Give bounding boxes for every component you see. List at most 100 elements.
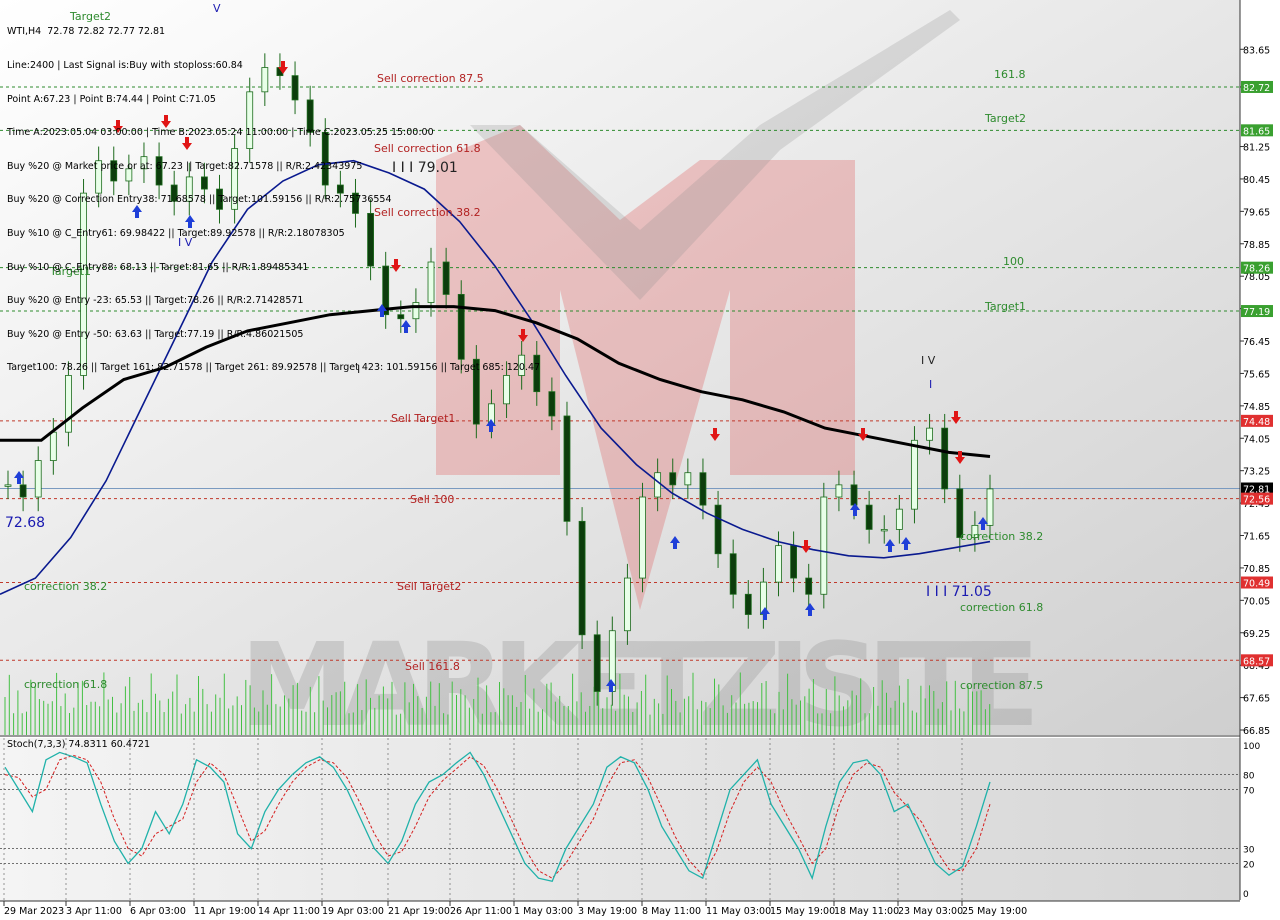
candle-body <box>835 484 843 498</box>
candle-body <box>49 431 57 461</box>
x-tick-label: 11 Apr 19:00 <box>194 906 256 917</box>
candle-body <box>19 484 27 498</box>
price-badge-label: 70.49 <box>1243 579 1270 590</box>
stoch-tick-label: 80 <box>1243 772 1255 782</box>
annotation-label: I I I 71.05 <box>926 584 992 600</box>
price-badge-label: 72.56 <box>1243 495 1270 506</box>
annotation-label: correction 61.8 <box>960 601 1043 614</box>
y-tick-label: 67.65 <box>1243 694 1270 705</box>
y-tick-label: 78.85 <box>1243 240 1270 251</box>
candle-body <box>684 472 692 486</box>
candle-body <box>805 577 813 595</box>
y-tick-label: 70.05 <box>1243 596 1270 607</box>
candle-body <box>744 593 752 615</box>
x-tick-label: 1 May 03:00 <box>514 906 573 917</box>
x-tick-label: 29 Mar 2023 <box>4 906 64 917</box>
candle-body <box>578 520 586 636</box>
y-tick-label: 83.65 <box>1243 45 1270 56</box>
candle-body <box>911 439 918 510</box>
candle-body <box>941 427 949 490</box>
candle-body <box>880 529 888 532</box>
annotation-label: correction 38.2 <box>960 530 1043 543</box>
watermark-text: MARKETZISITE <box>240 619 1040 753</box>
annotation-label: Sell 161.8 <box>405 660 460 673</box>
price-badge-label: 74.48 <box>1243 417 1270 428</box>
annotation-label: I <box>929 378 932 391</box>
stoch-pane <box>0 738 1240 901</box>
header-line: Buy %20 @ Entry -23: 65.53 || Target:78.… <box>7 295 304 307</box>
x-tick-label: 19 Apr 03:00 <box>322 906 384 917</box>
price-badge-label: 81.65 <box>1243 126 1270 137</box>
header-line: Buy %20 @ Entry -50: 63.63 || Target:77.… <box>7 328 304 340</box>
annotation-label: correction 38.2 <box>24 580 107 593</box>
annotation-label: I V <box>921 354 936 367</box>
candle-body <box>699 472 707 506</box>
y-tick-label: 79.65 <box>1243 207 1270 218</box>
header-line: Time A:2023.05.04 03:00:00 | Time B:2023… <box>7 127 434 139</box>
candle-body <box>850 484 858 506</box>
header-line: Buy %10 @ C_Entry61: 69.98422 || Target:… <box>7 227 345 239</box>
y-tick-label: 71.65 <box>1243 532 1270 543</box>
stoch-tick-label: 70 <box>1243 786 1255 796</box>
annotation-label: Sell 100 <box>410 493 454 506</box>
candle-body <box>548 391 556 417</box>
header-line: Target100: 78.26 || Target 161: 82.71578… <box>7 362 541 374</box>
annotation-label: correction 61.8 <box>24 678 107 691</box>
candle-body <box>593 634 601 692</box>
candle-body <box>790 545 797 579</box>
price-badge-label: 77.19 <box>1243 307 1270 318</box>
x-tick-label: 15 May 19:00 <box>770 906 835 917</box>
x-tick-label: 6 Apr 03:00 <box>130 906 186 917</box>
candle-body <box>624 577 631 632</box>
candle-body <box>895 508 903 530</box>
annotation-label: Target2 <box>984 112 1026 125</box>
price-badge-label: 82.72 <box>1243 83 1270 94</box>
candle-body <box>986 488 994 526</box>
header-line: WTI,H4 72.78 72.82 72.77 72.81 <box>7 26 166 38</box>
x-tick-label: 8 May 11:00 <box>642 906 701 917</box>
y-tick-label: 73.25 <box>1243 467 1270 478</box>
candle-body <box>926 427 933 441</box>
annotation-label: Sell Target1 <box>391 412 455 425</box>
candle-body <box>775 545 782 583</box>
annotation-label: Target1 <box>984 300 1026 313</box>
x-tick-label: 3 Apr 11:00 <box>66 906 122 917</box>
price-badge-label: 78.26 <box>1243 264 1270 275</box>
stoch-tick-label: 0 <box>1243 890 1249 900</box>
y-tick-label: 74.85 <box>1243 402 1270 413</box>
x-tick-label: 14 Apr 11:00 <box>258 906 320 917</box>
y-tick-label: 76.45 <box>1243 337 1270 348</box>
x-tick-label: 18 May 11:00 <box>834 906 899 917</box>
y-tick-label: 80.45 <box>1243 175 1270 186</box>
stoch-tick-label: 30 <box>1243 846 1255 856</box>
candle-body <box>669 472 677 486</box>
x-tick-label: 23 May 03:00 <box>898 906 963 917</box>
header-line: Buy %20 @ Market price or at: 67.23 || T… <box>7 160 363 172</box>
y-tick-label: 75.65 <box>1243 369 1270 380</box>
annotation-label: 72.68 <box>5 515 45 531</box>
header-info: WTI,H4 72.78 72.82 72.77 72.81 Line:2400… <box>7 4 540 385</box>
header-line: Point A:67.23 | Point B:74.44 | Point C:… <box>7 93 216 105</box>
stoch-tick-label: 100 <box>1243 742 1260 752</box>
candle-body <box>639 496 646 579</box>
header-line: Buy %10 @ C_Entry88: 68.13 || Target:81.… <box>7 261 309 273</box>
annotation-label: correction 87.5 <box>960 679 1043 692</box>
header-line: Line:2400 | Last Signal is:Buy with stop… <box>7 60 243 71</box>
header-line: Buy %20 @ Correction Entry38: 71.68578 |… <box>7 194 392 206</box>
candle-body <box>865 504 873 530</box>
annotation-label: 161.8 <box>994 68 1026 81</box>
y-tick-label: 70.85 <box>1243 564 1270 575</box>
y-tick-label: 81.25 <box>1243 143 1270 154</box>
annotation-label: Sell Target2 <box>397 580 461 593</box>
x-tick-label: 21 Apr 19:00 <box>388 906 450 917</box>
x-tick-label: 26 Apr 11:00 <box>450 906 512 917</box>
x-tick-label: 3 May 19:00 <box>578 906 637 917</box>
candle-body <box>820 496 828 595</box>
candle-body <box>714 504 722 555</box>
candle-body <box>654 472 662 498</box>
y-tick-label: 66.85 <box>1243 726 1270 737</box>
x-tick-label: 11 May 03:00 <box>706 906 771 917</box>
candle-body <box>34 460 42 498</box>
stoch-tick-label: 20 <box>1243 860 1255 870</box>
price-badge-label: 68.57 <box>1243 656 1270 667</box>
